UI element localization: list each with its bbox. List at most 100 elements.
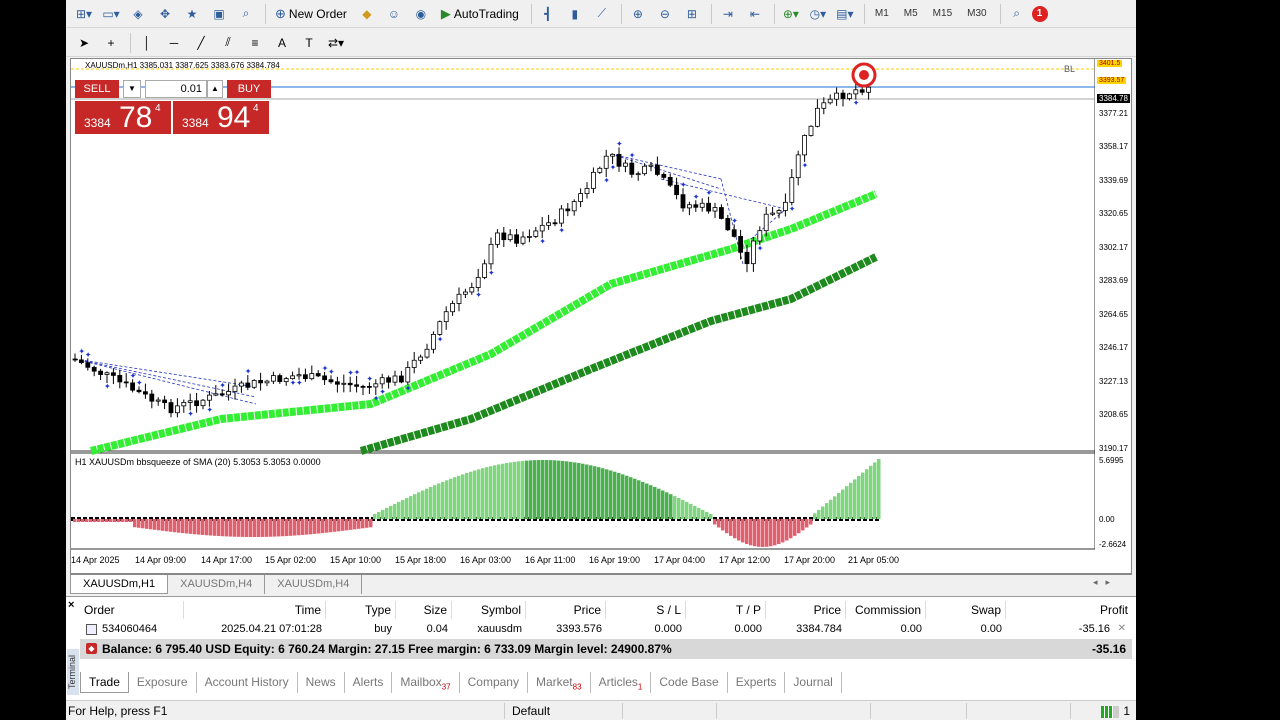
column-header[interactable]: Size — [396, 601, 452, 619]
column-header[interactable]: Symbol — [452, 601, 526, 619]
arrows-icon[interactable]: ⇄▾ — [324, 32, 348, 54]
candle-body — [354, 384, 360, 387]
terminal-tab[interactable]: Experts — [728, 672, 786, 693]
column-header[interactable]: Time — [184, 601, 326, 619]
templates-icon[interactable]: ▤▾ — [833, 3, 857, 25]
indicators-icon[interactable]: ⊕▾ — [779, 3, 803, 25]
column-header[interactable]: Price — [526, 601, 606, 619]
profiles-icon[interactable]: ▭▾ — [99, 3, 123, 25]
chart-canvas[interactable]: ✦ ✦✦✦✦✦ ✦✦✦✦ ✦✦ ✦ ✦ ✦✦✦✦ ✦✦✦✦✦✦✦✦✦✦✦✦ ✦✦✦✦✦✦ — [71, 59, 1095, 575]
close-order-icon[interactable]: ✕ — [1118, 623, 1126, 634]
periods-icon[interactable]: ◷▾ — [806, 3, 830, 25]
tile-windows-icon[interactable]: ⊞ — [680, 3, 704, 25]
terminal-tab[interactable]: Account History — [197, 672, 298, 693]
candle-body — [219, 393, 225, 396]
sell-price-button[interactable]: 3384 78 4 — [75, 100, 171, 134]
lot-input[interactable]: 0.01 — [145, 80, 207, 98]
new-order-button[interactable]: ⊕ New Order — [270, 3, 352, 25]
terminal-tab[interactable]: Trade — [80, 672, 129, 693]
terminal-side-label: Terminal — [67, 649, 79, 695]
column-header[interactable]: Swap — [926, 601, 1006, 619]
chart-shift-icon[interactable]: ⇤ — [743, 3, 767, 25]
candlestick-icon[interactable]: ▮ — [563, 3, 587, 25]
terminal-tab[interactable]: Market83 — [528, 672, 591, 693]
horizontal-line-icon[interactable]: ─ — [162, 32, 186, 54]
chart-tab[interactable]: XAUUSDm,H1 — [70, 575, 169, 594]
text-label-icon[interactable]: T — [297, 32, 321, 54]
column-header[interactable]: Type — [326, 601, 396, 619]
price-scale[interactable]: 3401.5 3393.57 3384.78 3377.21 3358.17 3… — [1095, 59, 1133, 575]
histogram-bar — [149, 519, 153, 530]
market-watch-icon[interactable]: ◈ — [126, 3, 150, 25]
auto-scroll-icon[interactable]: ⇥ — [716, 3, 740, 25]
column-header[interactable]: T / P — [686, 601, 766, 619]
channel-icon[interactable]: ⫽ — [216, 32, 240, 54]
balance-summary: Balance: 6 795.40 USD Equity: 6 760.24 M… — [102, 642, 672, 656]
buy-button[interactable]: BUY — [227, 80, 271, 98]
terminal-tab[interactable]: Exposure — [129, 672, 197, 693]
order-sl: 0.000 — [654, 623, 682, 635]
close-icon[interactable]: × — [68, 599, 74, 611]
strategy-tester-icon[interactable]: ⌕ — [234, 3, 258, 25]
data-window-icon[interactable]: ✥ — [153, 3, 177, 25]
cursor-icon[interactable]: ➤ — [72, 32, 96, 54]
sell-button[interactable]: SELL — [75, 80, 119, 98]
alert-target-center — [859, 70, 869, 80]
timeframe-m1[interactable]: M1 — [869, 3, 895, 25]
column-header[interactable]: Order — [80, 601, 184, 619]
vertical-line-icon[interactable]: │ — [135, 32, 159, 54]
lot-dropdown[interactable]: ▼ — [123, 80, 141, 98]
terminal-tab[interactable]: News — [298, 672, 345, 693]
text-icon[interactable]: A — [270, 32, 294, 54]
terminal-tab[interactable]: Company — [460, 672, 528, 693]
column-header[interactable]: Profit — [1006, 601, 1132, 619]
chart-tab[interactable]: XAUUSDm,H4 — [168, 575, 266, 594]
histogram-bar — [397, 501, 401, 519]
fibonacci-icon[interactable]: ≡ — [243, 32, 267, 54]
bar-chart-icon[interactable]: ┫ — [536, 3, 560, 25]
histogram-bar — [669, 494, 673, 519]
histogram-bar — [865, 469, 869, 519]
terminal-tab[interactable]: Alerts — [345, 672, 393, 693]
timeframe-m15[interactable]: M15 — [927, 3, 958, 25]
order-id[interactable]: 534060464 — [98, 621, 184, 639]
zoom-out-icon[interactable]: ⊖ — [653, 3, 677, 25]
signals-icon[interactable]: ◉ — [409, 3, 433, 25]
candle-body — [674, 184, 679, 196]
zoom-in-icon[interactable]: ⊕ — [626, 3, 650, 25]
lot-spinner[interactable]: ▲ — [207, 80, 223, 98]
metaeditor-icon[interactable]: ◆ — [355, 3, 379, 25]
search-icon[interactable]: ⌕ — [1005, 3, 1029, 25]
column-header[interactable]: Price — [766, 601, 846, 619]
candle-body — [386, 377, 392, 383]
timeframe-m30[interactable]: M30 — [961, 3, 992, 25]
terminal-tab[interactable]: Articles1 — [591, 672, 652, 693]
new-chart-icon[interactable]: ⊞▾ — [72, 3, 96, 25]
balance-icon: ◆ — [86, 643, 97, 654]
navigator-icon[interactable]: ★ — [180, 3, 204, 25]
chart-tab-scroll-arrows[interactable]: ◂▸ — [1093, 577, 1118, 588]
buy-price-button[interactable]: 3384 94 4 — [173, 100, 269, 134]
histogram-bar — [841, 489, 845, 519]
candle-body — [642, 165, 647, 175]
terminal-tab[interactable]: Journal — [785, 672, 842, 693]
column-header[interactable]: S / L — [606, 601, 686, 619]
line-chart-icon[interactable]: ⟋ — [590, 3, 614, 25]
notification-badge[interactable]: 1 — [1031, 5, 1048, 22]
column-header[interactable]: Commission — [846, 601, 926, 619]
trendline-icon[interactable]: ╱ — [189, 32, 213, 54]
terminal-tab[interactable]: Mailbox37 — [392, 672, 460, 693]
histogram-bar — [701, 509, 705, 519]
timeframe-m5[interactable]: M5 — [898, 3, 924, 25]
histogram-bar — [493, 465, 497, 519]
community-icon[interactable]: ☺ — [382, 3, 406, 25]
histogram-bar — [793, 519, 797, 536]
terminal-toggle-icon[interactable]: ▣ — [207, 3, 231, 25]
chart-window[interactable]: ✦ ✦ ✦ ✦ ✦ ✦ ✦ ✦ ✦ ✦ ✦ ✦ ✦ ✦ ✦ ✦ ✦ ✦ ✦ ✦ ✦ ✦ ✦ ✦ ✦ ✦ ✦ ✦ ✦ ✦ ✦ ✦ ✦ ✦ ✦ ✦ XAU… — [70, 58, 1132, 574]
crosshair-icon[interactable]: + — [99, 32, 123, 54]
terminal-tab[interactable]: Code Base — [651, 672, 728, 693]
connection-status[interactable]: 1 — [1101, 704, 1130, 718]
chart-tab[interactable]: XAUUSDm,H4 — [265, 575, 363, 594]
histogram-bar — [797, 519, 801, 534]
autotrading-button[interactable]: ▶ AutoTrading — [436, 3, 524, 25]
